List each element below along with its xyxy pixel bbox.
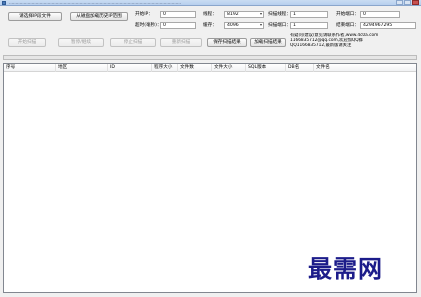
start-port-field[interactable]: 0: [360, 11, 400, 18]
table-header: 序号 地区 ID 程序大小 文件数 文件大小 SQL版本 DB名 文件名: [4, 64, 416, 72]
window-title: ……………………………………………………………………………………………………………: [9, 0, 181, 5]
select-file-button[interactable]: 请选择IP段文件: [8, 12, 62, 21]
buffer-select[interactable]: 4096: [224, 22, 264, 29]
load-results-button[interactable]: 加载扫描结果: [250, 38, 286, 47]
buffer-label: 缓存：: [203, 23, 217, 28]
save-results-button[interactable]: 保存扫描结果: [207, 38, 247, 47]
column-header[interactable]: DB名: [286, 64, 314, 72]
column-header[interactable]: 序号: [4, 64, 56, 72]
column-header[interactable]: ID: [108, 64, 152, 72]
pause-button[interactable]: 暂停/继续: [58, 38, 104, 47]
stop-scan-button[interactable]: 停止扫描: [110, 38, 156, 47]
scan-port-label: 扫描端口：: [268, 23, 291, 28]
maximize-icon[interactable]: [404, 0, 411, 5]
column-header[interactable]: 文件大小: [212, 64, 246, 72]
chevron-down-icon: [260, 24, 262, 26]
threads-label: 线程：: [203, 12, 217, 17]
watermark-logo: 最需网: [308, 254, 383, 283]
timeout-field[interactable]: 0: [160, 22, 196, 29]
start-port-label: 开始端口：: [336, 12, 359, 17]
window-controls: [395, 0, 419, 5]
end-port-label: 结束端口：: [336, 23, 359, 28]
timeout-label: 超时(毫秒)：: [135, 23, 162, 28]
app-icon: [2, 1, 6, 5]
title-bar: ……………………………………………………………………………………………………………: [0, 0, 421, 6]
end-port-field[interactable]: 4294967295: [360, 22, 416, 29]
column-header[interactable]: SQL版本: [246, 64, 286, 72]
minimize-icon[interactable]: [396, 0, 403, 5]
column-header[interactable]: 程序大小: [152, 64, 178, 72]
start-ip-field[interactable]: 0: [160, 11, 196, 18]
load-history-button[interactable]: 从磁盘加载历史IP范围: [70, 12, 128, 21]
info-line-3: QQ1166835712,最新版请关注: [290, 43, 352, 48]
column-header[interactable]: 文件数: [178, 64, 212, 72]
threads-select-value: 8192: [227, 12, 239, 17]
scan-port-field[interactable]: 1: [290, 22, 328, 29]
scan-thread-field[interactable]: 1: [290, 11, 328, 18]
column-header[interactable]: 文件名: [314, 64, 416, 72]
column-header[interactable]: 地区: [56, 64, 108, 72]
start-scan-button[interactable]: 开始扫描: [8, 38, 46, 47]
start-ip-label: 开始IP：: [135, 12, 153, 17]
chevron-down-icon: [260, 13, 262, 15]
info-text: 有疑问/建议/意见请联系作者,www.4c0a.com 1166835712@q…: [290, 33, 418, 48]
scan-thread-label: 扫描线程：: [268, 12, 291, 17]
buffer-select-value: 4096: [227, 23, 239, 28]
threads-select[interactable]: 8192: [224, 11, 264, 18]
rescan-button[interactable]: 重新扫描: [160, 38, 202, 47]
scan-progress-bar: [3, 55, 417, 60]
close-icon[interactable]: [412, 0, 419, 5]
